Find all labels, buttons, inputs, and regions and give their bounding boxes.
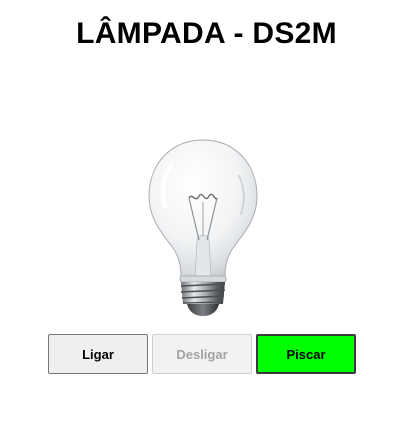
lamp-controls: Ligar Desligar Piscar (48, 334, 358, 374)
blink-button[interactable]: Piscar (256, 334, 356, 374)
turn-off-button[interactable]: Desligar (152, 334, 252, 374)
light-bulb-icon (143, 136, 263, 320)
lamp-control-page: LÂMPADA - DS2M Ligar Desligar Piscar (0, 0, 413, 425)
turn-on-button[interactable]: Ligar (48, 334, 148, 374)
page-title: LÂMPADA - DS2M (76, 17, 337, 50)
